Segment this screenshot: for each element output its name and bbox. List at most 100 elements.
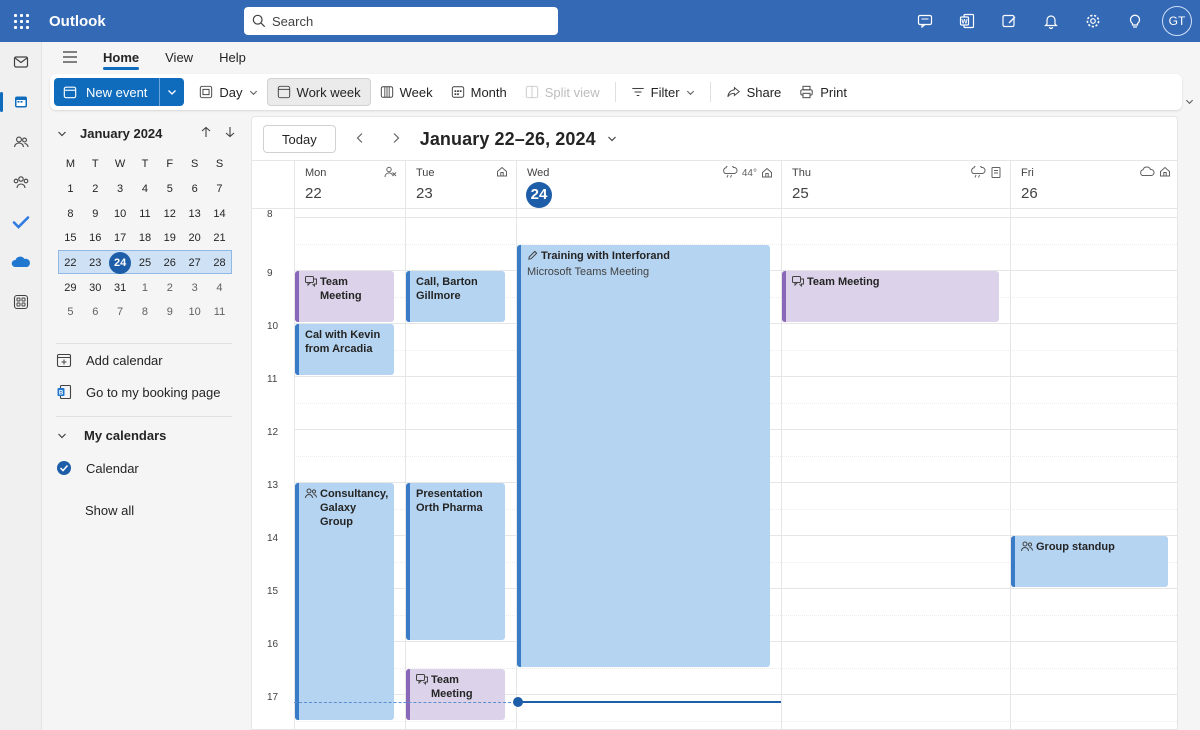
chevron-down-icon[interactable]: [249, 88, 258, 97]
mini-calendar-day[interactable]: 14: [207, 203, 232, 225]
mini-calendar-day[interactable]: 22: [58, 252, 83, 274]
mini-calendar-day[interactable]: 17: [108, 227, 133, 249]
chevron-down-icon[interactable]: [1184, 94, 1195, 109]
mini-calendar-day[interactable]: 20: [182, 227, 207, 249]
rain-icon[interactable]: [970, 164, 986, 181]
mini-calendar-day[interactable]: 21: [207, 227, 232, 249]
calendar-event[interactable]: Training with Interforand Microsoft Teams…: [517, 245, 770, 667]
groups-icon[interactable]: [0, 164, 42, 200]
app-launcher-button[interactable]: [0, 0, 42, 42]
today-button[interactable]: Today: [263, 125, 336, 153]
arrow-up-icon[interactable]: [200, 126, 212, 138]
booking-page-link[interactable]: B Go to my booking page: [56, 384, 220, 400]
mini-calendar-day[interactable]: 28: [207, 252, 232, 274]
mini-calendar-day[interactable]: 11: [133, 203, 158, 225]
date-range-title[interactable]: January 22–26, 2024: [420, 129, 596, 150]
calendar-checkbox-item[interactable]: Calendar: [56, 460, 139, 476]
day-number[interactable]: 26: [1021, 185, 1038, 202]
cloud-icon[interactable]: [1139, 166, 1155, 180]
mini-calendar-day[interactable]: 27: [182, 252, 207, 274]
chevron-down-icon[interactable]: [56, 129, 68, 139]
arrow-down-icon[interactable]: [224, 126, 236, 138]
calendar-event[interactable]: Consultancy, Galaxy Group: [295, 483, 394, 720]
mini-calendar-day[interactable]: 4: [133, 178, 158, 200]
mini-calendar-day[interactable]: 24: [108, 252, 133, 275]
calendar-event[interactable]: Group standup: [1011, 536, 1168, 587]
calendar-event[interactable]: Call, Barton Gillmore: [406, 271, 505, 322]
tab-help[interactable]: Help: [206, 42, 259, 72]
home-icon[interactable]: [1159, 166, 1171, 180]
mini-calendar-day[interactable]: 6: [182, 178, 207, 200]
mini-calendar-day[interactable]: 6: [83, 301, 108, 323]
tab-view[interactable]: View: [152, 42, 206, 72]
my-calendars-group-toggle[interactable]: My calendars: [56, 428, 166, 443]
lightbulb-icon[interactable]: [1114, 0, 1156, 42]
day-number[interactable]: 22: [305, 185, 322, 202]
day-view-button[interactable]: Day: [190, 78, 266, 106]
mini-calendar-day[interactable]: 19: [157, 227, 182, 249]
day-header-fri[interactable]: Fri 26: [1010, 161, 1177, 209]
chevron-down-icon[interactable]: [606, 134, 618, 144]
day-header-tue[interactable]: Tue 23: [405, 161, 516, 209]
add-calendar-button[interactable]: Add calendar: [56, 352, 163, 368]
search-box[interactable]: Search: [244, 7, 558, 35]
new-event-dropdown-button[interactable]: [160, 78, 184, 106]
mini-calendar-day[interactable]: 10: [108, 203, 133, 225]
mini-calendar-day[interactable]: 29: [58, 277, 83, 299]
people-icon[interactable]: [0, 124, 42, 160]
mini-calendar-day[interactable]: 10: [182, 301, 207, 323]
mini-calendar-day[interactable]: 8: [133, 301, 158, 323]
new-event-button[interactable]: New event: [54, 78, 161, 106]
mini-calendar-day[interactable]: 1: [133, 277, 158, 299]
mini-calendar-day[interactable]: 4: [207, 277, 232, 299]
mini-calendar-day[interactable]: 8: [58, 203, 83, 225]
home-icon[interactable]: [496, 166, 508, 180]
show-all-link[interactable]: Show all: [85, 503, 134, 518]
hamburger-icon[interactable]: [50, 42, 90, 72]
mini-calendar-day[interactable]: 7: [108, 301, 133, 323]
month-view-button[interactable]: Month: [442, 78, 516, 106]
mini-calendar-day[interactable]: 12: [157, 203, 182, 225]
teams-chat-icon[interactable]: [904, 0, 946, 42]
office-word-icon[interactable]: W: [946, 0, 988, 42]
app-title[interactable]: Outlook: [49, 13, 244, 30]
mini-calendar-day[interactable]: 13: [182, 203, 207, 225]
gear-icon[interactable]: [1072, 0, 1114, 42]
checkmark-circle-icon[interactable]: [56, 460, 72, 476]
edit-note-icon[interactable]: [988, 0, 1030, 42]
week-view-button[interactable]: Week: [371, 78, 442, 106]
calendar-icon[interactable]: [0, 84, 42, 120]
mini-calendar-day[interactable]: 30: [83, 277, 108, 299]
mini-calendar-day[interactable]: 5: [157, 178, 182, 200]
mini-calendar-day[interactable]: 23: [83, 252, 108, 274]
today-date-badge[interactable]: 24: [526, 182, 552, 208]
calendar-event[interactable]: Team Meeting: [295, 271, 394, 322]
mini-calendar-title[interactable]: January 2024: [80, 126, 162, 141]
filter-button[interactable]: Filter: [622, 78, 704, 106]
calendar-event[interactable]: Cal with Kevin from Arcadia: [295, 324, 394, 375]
mini-calendar-day[interactable]: 16: [83, 227, 108, 249]
avatar[interactable]: GT: [1162, 6, 1192, 36]
mini-calendar-day[interactable]: 2: [157, 277, 182, 299]
mini-calendar-day[interactable]: 25: [133, 252, 158, 274]
bell-icon[interactable]: [1030, 0, 1072, 42]
next-week-button[interactable]: [378, 132, 414, 147]
mini-calendar-day[interactable]: 3: [182, 277, 207, 299]
mini-calendar-day[interactable]: 31: [108, 277, 133, 299]
day-header-thu[interactable]: Thu 25: [781, 161, 1010, 209]
calendar-event[interactable]: Presentation Orth Pharma: [406, 483, 505, 640]
rain-icon[interactable]: [722, 164, 738, 181]
mini-calendar-day[interactable]: 2: [83, 178, 108, 200]
day-header-mon[interactable]: Mon 22: [294, 161, 405, 209]
home-icon[interactable]: [761, 167, 773, 181]
calendar-event[interactable]: Team Meeting: [406, 669, 505, 720]
previous-week-button[interactable]: [342, 132, 378, 147]
onedrive-icon[interactable]: [0, 244, 42, 280]
mini-calendar-day[interactable]: 5: [58, 301, 83, 323]
mini-calendar-day[interactable]: 9: [157, 301, 182, 323]
todo-icon[interactable]: [0, 204, 42, 240]
print-button[interactable]: Print: [790, 78, 856, 106]
calendar-event[interactable]: Team Meeting: [782, 271, 999, 322]
mini-calendar-day[interactable]: 26: [157, 252, 182, 274]
apps-icon[interactable]: [0, 284, 42, 320]
